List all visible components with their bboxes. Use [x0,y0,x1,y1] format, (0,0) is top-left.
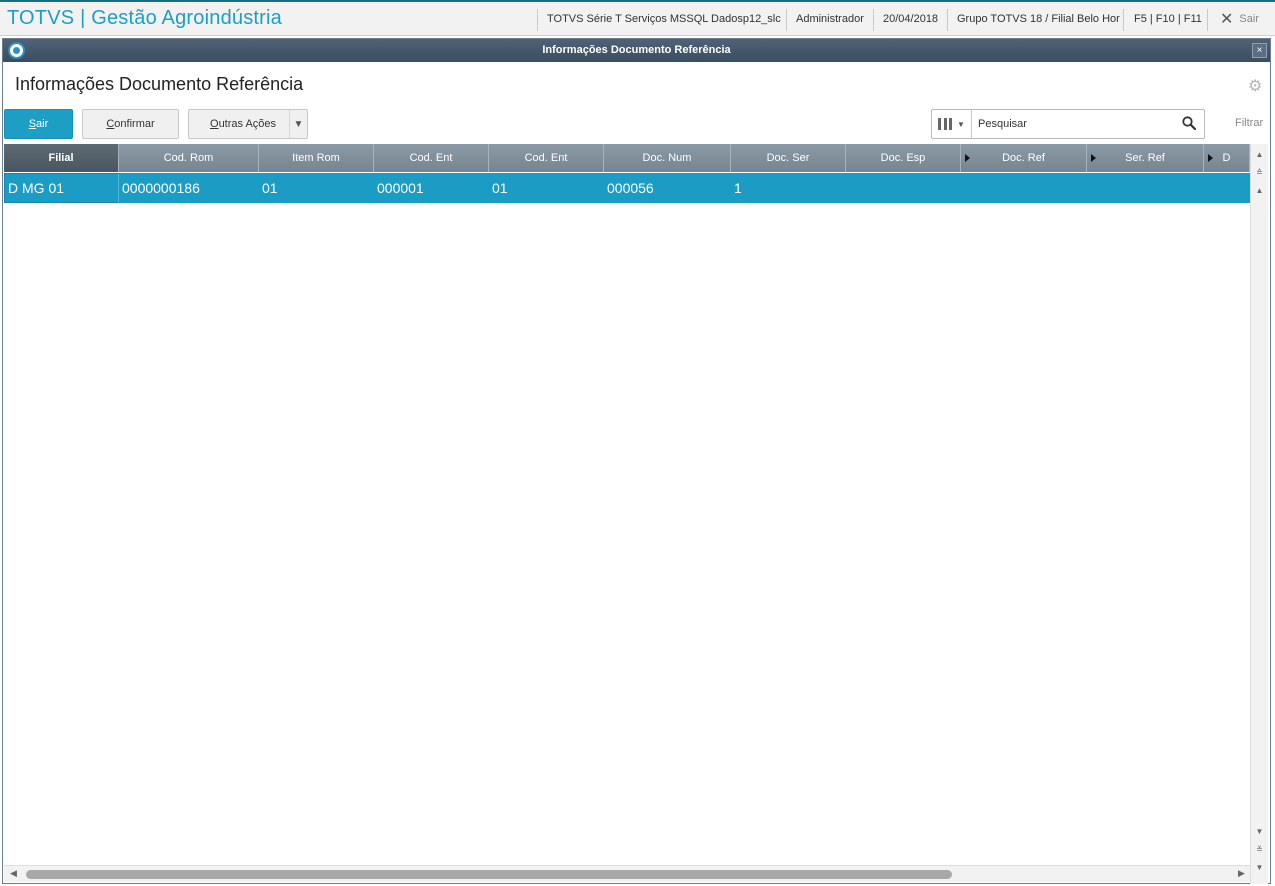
column-header-label: Doc. Num [642,152,692,164]
app-top-bar: TOTVS | Gestão Agroindústria TOTVS Série… [0,0,1275,36]
gear-icon[interactable]: ⚙ [1248,76,1262,96]
confirmar-hotkey: C [106,118,115,130]
outras-acoes-button[interactable]: Outras Ações ▼ [188,109,308,139]
column-header[interactable]: Filial [4,144,119,172]
close-icon: ✕ [1220,11,1234,28]
column-header[interactable]: Cod. Ent [374,144,489,172]
table-cell[interactable]: 1 [731,173,846,203]
search-icon[interactable] [1182,116,1196,130]
vertical-scrollbar[interactable]: ▲ ≙ ▲ ▼ ≚ ▼ [1250,144,1268,884]
column-header[interactable]: Ser. Ref [1087,144,1204,172]
expand-arrow-icon[interactable] [1091,154,1096,162]
scroll-top-icon[interactable]: ▲ [1254,148,1265,161]
scroll-up-icon[interactable]: ▲ [1254,184,1265,197]
column-header-label: Doc. Esp [880,152,926,164]
chevron-down-icon: ▼ [957,119,965,129]
page-title: Informações Documento Referência [15,74,304,94]
expand-arrow-icon[interactable] [965,154,970,162]
column-header[interactable]: Cod. Rom [119,144,259,172]
scroll-left-icon[interactable]: ◀ [10,868,17,879]
window-title-bar[interactable]: Informações Documento Referência × [3,39,1270,62]
window-title: Informações Documento Referência [542,44,731,56]
columns-icon [938,118,953,130]
scroll-bottom-icon[interactable]: ▼ [1254,861,1265,874]
table-cell[interactable] [846,173,961,203]
scroll-page-down-icon[interactable]: ≚ [1254,843,1265,856]
search-input[interactable] [978,116,1178,132]
date-label[interactable]: 20/04/2018 [883,2,938,36]
divider [1123,9,1124,31]
table-cell[interactable]: 0000000186 [119,173,259,203]
column-header[interactable]: Doc. Ser [731,144,846,172]
scroll-page-up-icon[interactable]: ≙ [1254,166,1265,179]
outras-acoes-hotkey: O [210,118,219,130]
table-cell[interactable] [1087,173,1204,203]
horizontal-scroll-thumb[interactable] [26,870,952,879]
table-cell[interactable]: 01 [259,173,374,203]
table-cell[interactable]: 000001 [374,173,489,203]
column-header[interactable]: Item Rom [259,144,374,172]
outras-acoes-label: utras Ações [218,118,277,130]
confirmar-button[interactable]: Confirmar [82,109,179,139]
column-header-label: Cod. Ent [524,152,568,164]
branch-label[interactable]: Grupo TOTVS 18 / Filial Belo Hor [957,2,1120,36]
column-header[interactable]: Doc. Num [604,144,731,172]
grid-header: Filial Cod. Rom Item Rom Cod. Ent Cod. Ent Do… [4,144,1250,172]
column-selector-button[interactable]: ▼ [932,110,972,138]
table-cell[interactable] [1204,173,1250,203]
app-exit-button[interactable]: ✕ Sair [1220,2,1259,36]
table-cell[interactable]: 000056 [604,173,731,203]
environment-label[interactable]: TOTVS Série T Serviços MSSQL Dadosp12_sl… [547,2,781,36]
confirmar-label: onfirmar [114,118,155,130]
user-label[interactable]: Administrador [796,2,864,36]
divider [537,9,538,31]
column-header-label: Filial [48,152,74,164]
sair-button[interactable]: Sair [4,109,73,139]
sair-label: air [36,118,49,130]
divider [1207,9,1208,31]
data-grid: Filial Cod. Rom Item Rom Cod. Ent Cod. Ent Do… [4,144,1250,863]
table-cell[interactable] [961,173,1087,203]
horizontal-scrollbar[interactable]: ◀ ▶ [4,865,1250,882]
column-header-label: Cod. Ent [409,152,453,164]
window-close-button[interactable]: × [1252,43,1267,58]
table-cell[interactable]: 01 [489,173,604,203]
column-header-label: Doc. Ser [766,152,810,164]
chevron-down-icon[interactable]: ▼ [289,110,307,138]
column-header[interactable]: D [1204,144,1250,172]
app-exit-label: Sair [1239,13,1259,25]
divider [947,9,948,31]
column-header[interactable]: Doc. Ref [961,144,1087,172]
divider [786,9,787,31]
table-row[interactable]: D MG 01 0000000186 01 000001 01 000056 1 [4,173,1250,203]
column-header-label: Ser. Ref [1125,152,1165,164]
column-header[interactable]: Doc. Esp [846,144,961,172]
sair-hotkey: S [28,118,37,130]
search-box: ▼ [931,109,1205,139]
shortcuts-label[interactable]: F5 | F10 | F11 [1134,2,1202,36]
dialog-window: Informações Documento Referência × Infor… [2,38,1271,884]
expand-arrow-icon[interactable] [1208,154,1213,162]
column-header-label: Item Rom [292,152,340,164]
column-header-label: Cod. Rom [163,152,214,164]
filter-link[interactable]: Filtrar [1235,117,1263,129]
divider [873,9,874,31]
app-brand: TOTVS | Gestão Agroindústria [7,7,282,29]
column-header-label: D [1222,152,1231,164]
scroll-right-icon[interactable]: ▶ [1238,868,1245,879]
column-header-label: Doc. Ref [1002,152,1045,164]
scroll-down-icon[interactable]: ▼ [1254,825,1265,838]
column-header[interactable]: Cod. Ent [489,144,604,172]
table-cell[interactable]: D MG 01 [4,173,119,203]
